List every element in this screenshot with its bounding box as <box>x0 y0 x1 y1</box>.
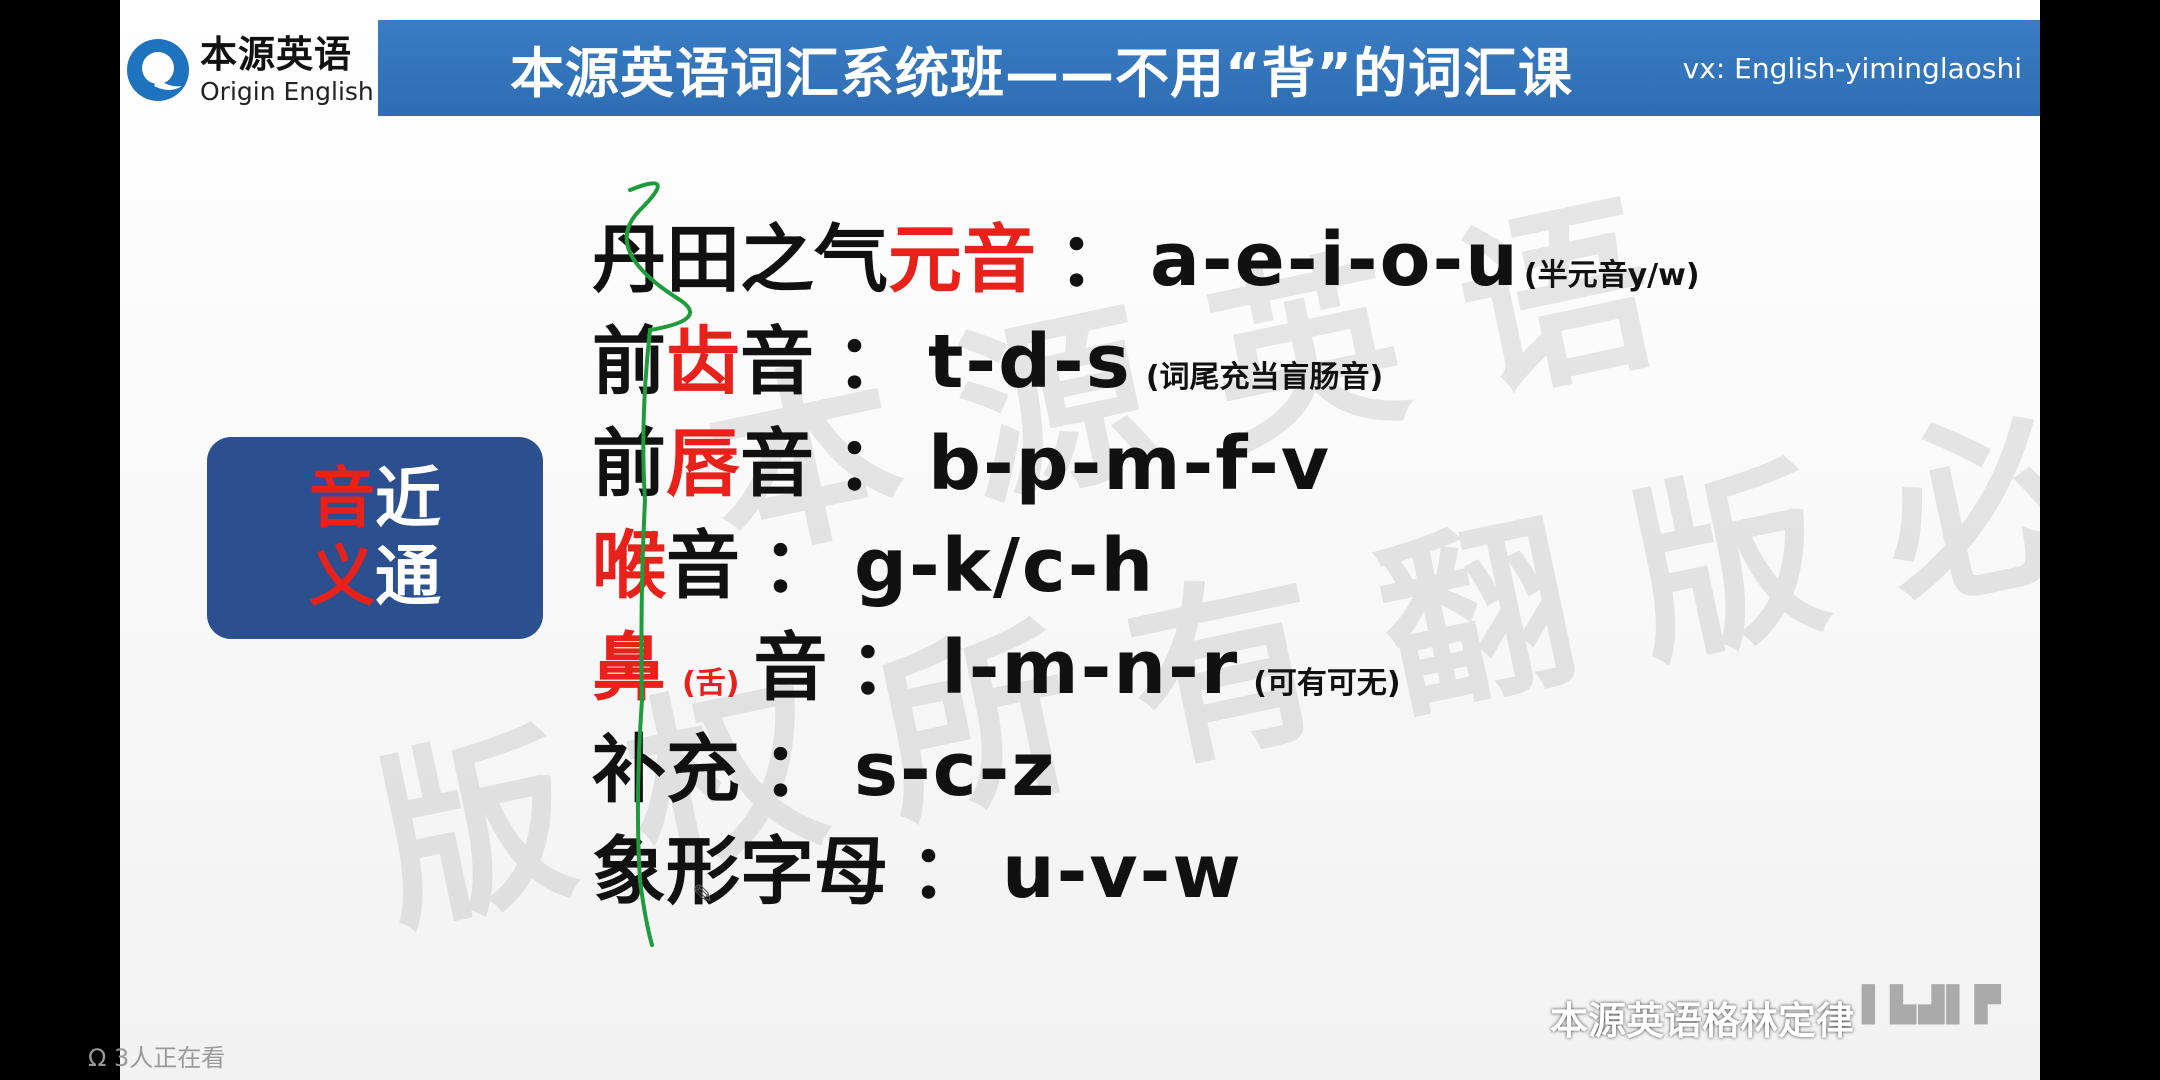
rule-note: (半元音y/w) <box>1523 258 1700 293</box>
rule-letters: s-c-z <box>854 727 1057 813</box>
rule-label: 丹田之气 <box>592 217 888 303</box>
rule-supplement: 补充 ： s-c-z <box>592 710 1700 813</box>
rule-note: (可有可无) <box>1253 666 1401 701</box>
course-title: 本源英语词汇系统班——不用“背”的词汇课 <box>510 41 1573 105</box>
footer-brand-text: 本源英语格林定律 <box>1550 999 1855 1043</box>
rule-colon: ： <box>762 523 836 609</box>
rule-label-highlight: 喉 <box>592 523 666 609</box>
rule-subnote: (舌) <box>682 666 740 701</box>
rule-pictographic: 象形字母 ： u-v-w <box>592 812 1700 915</box>
rule-letters: g-k/c-h <box>854 523 1156 609</box>
rule-vowels: 丹田之气 元音 ： a-e-i-o-u (半元音y/w) <box>592 200 1700 303</box>
viewer-count-overlay: Ω 3人正在看 <box>88 1044 226 1072</box>
rule-letters: b-p-m-f-v <box>928 421 1332 507</box>
rule-colon: ： <box>836 319 910 405</box>
footer-mark-icon: ▌▙▟▌▛ <box>1862 985 2003 1025</box>
logo-english-name: Origin English <box>200 77 374 106</box>
rule-label-highlight: 齿 <box>666 319 740 405</box>
rule-note: (词尾充当盲肠音) <box>1145 360 1384 395</box>
rule-colon: ： <box>849 625 924 711</box>
rule-label: 前 <box>592 319 666 405</box>
rule-letters: u-v-w <box>1002 829 1243 915</box>
presentation-slide: 本 源 英 语 版 权 所 有 翻 版 必 究 本源英语 Origin Engl… <box>120 0 2040 1080</box>
rule-label-highlight: 鼻 <box>592 625 666 711</box>
rule-label: 音 <box>740 421 814 507</box>
rule-label: 音 <box>740 319 814 405</box>
rule-letters: a-e-i-o-u <box>1150 217 1520 303</box>
concept-char: 音 <box>309 460 375 538</box>
origin-q-logo-icon <box>127 39 189 101</box>
rule-label-highlight: 唇 <box>666 421 740 507</box>
rule-colon: ： <box>762 727 836 813</box>
title-bar: 本源英语词汇系统班——不用“背”的词汇课 vx: English-yimingl… <box>378 20 2040 116</box>
rule-label: 音 <box>666 523 740 609</box>
phonics-rule-list: 丹田之气 元音 ： a-e-i-o-u (半元音y/w) 前齿音 ： t-d-s (词… <box>592 200 1700 915</box>
rule-label: 音 <box>753 625 828 711</box>
concept-char: 义 <box>309 538 375 615</box>
concept-line-1: 音近 <box>309 460 441 538</box>
rule-label-highlight: 元音 <box>888 217 1036 303</box>
rule-dental: 前齿音 ： t-d-s (词尾充当盲肠音) <box>592 302 1700 405</box>
rule-label: 前 <box>592 421 666 507</box>
wechat-contact: vx: English-yiminglaoshi <box>1682 51 2022 85</box>
rule-guttural: 喉音 ： g-k/c-h <box>592 506 1700 609</box>
brand-logo: 本源英语 Origin English <box>120 20 374 120</box>
concept-line-2: 义通 <box>309 538 441 616</box>
rule-letters: l-m-n-r <box>941 625 1240 711</box>
rule-colon: ： <box>1058 217 1132 303</box>
concept-box: 音近 义通 <box>207 437 543 639</box>
rule-labial: 前唇音 ： b-p-m-f-v <box>592 404 1700 507</box>
rule-nasal: 鼻 (舌) 音 ： l-m-n-r (可有可无) <box>592 608 1700 711</box>
rule-colon: ： <box>836 421 910 507</box>
concept-char: 近 <box>375 460 441 538</box>
rule-label: 补充 <box>592 727 740 813</box>
concept-char: 通 <box>375 538 441 615</box>
rule-label: 象形字母 <box>592 829 888 915</box>
pencil-cursor-icon: ✎ <box>692 880 714 910</box>
logo-chinese-name: 本源英语 <box>200 33 352 76</box>
rule-colon: ： <box>910 829 984 915</box>
rule-letters: t-d-s <box>928 319 1132 405</box>
